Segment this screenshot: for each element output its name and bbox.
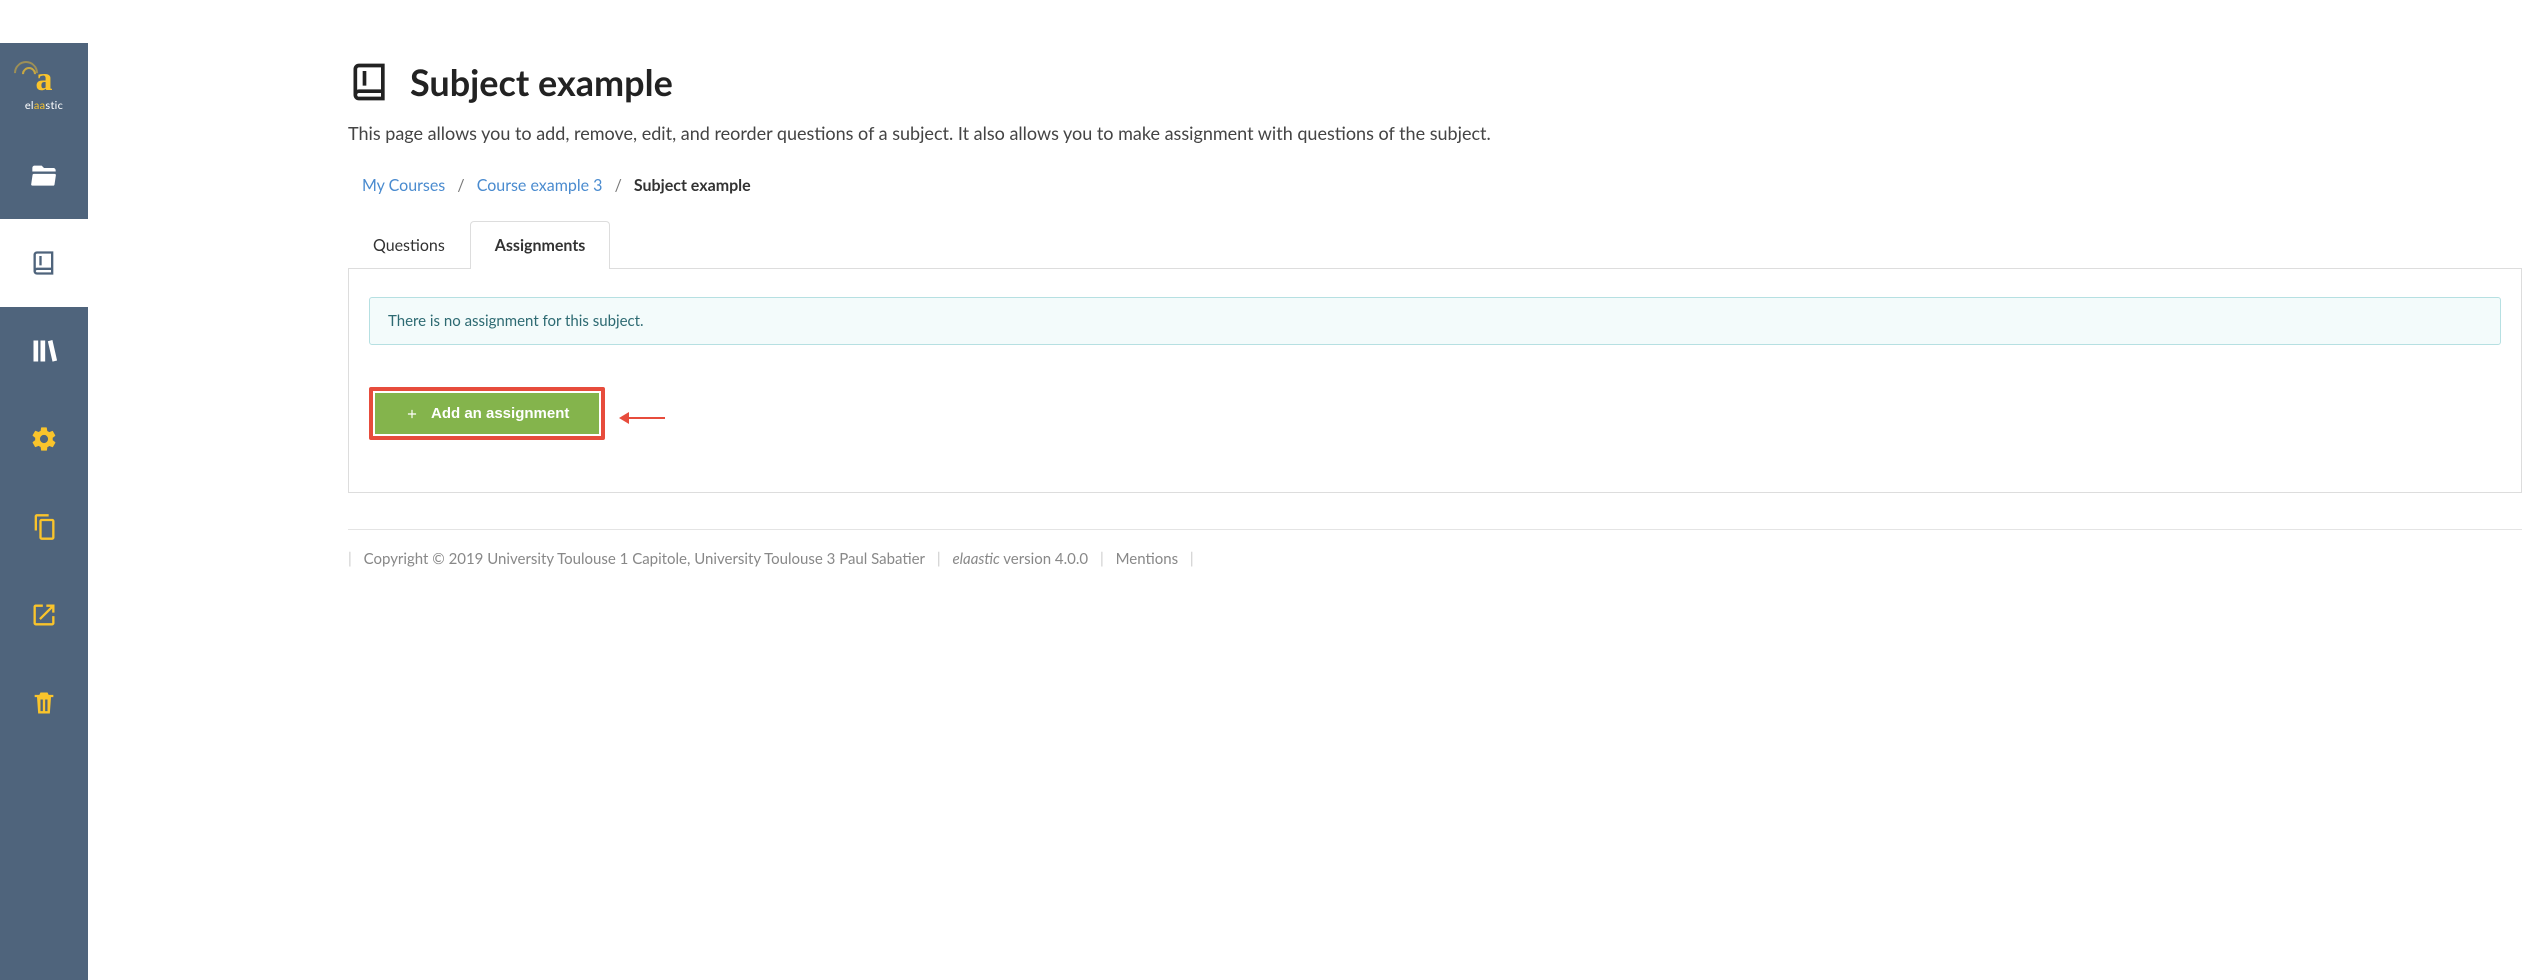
- breadcrumb-link-my-courses[interactable]: My Courses: [362, 176, 445, 195]
- plus-icon: [405, 407, 419, 421]
- nav-copy[interactable]: [0, 483, 88, 571]
- sidebar: a elaastic: [0, 43, 88, 980]
- nav-subject[interactable]: [0, 219, 88, 307]
- tab-panel-assignments: There is no assignment for this subject.…: [348, 268, 2522, 493]
- nav-settings[interactable]: [0, 395, 88, 483]
- gear-icon: [30, 425, 58, 453]
- trash-icon: [30, 689, 58, 717]
- book-icon: [30, 249, 58, 277]
- tabs: Questions Assignments There is no assign…: [348, 221, 2522, 493]
- nav-share[interactable]: [0, 571, 88, 659]
- annotation-highlight: Add an assignment: [369, 387, 605, 440]
- empty-assignments-message: There is no assignment for this subject.: [369, 297, 2501, 345]
- copy-icon: [30, 513, 58, 541]
- external-link-icon: [30, 601, 58, 629]
- add-assignment-button[interactable]: Add an assignment: [375, 393, 599, 434]
- breadcrumb: My Courses / Course example 3 / Subject …: [362, 176, 2522, 195]
- folder-open-icon: [30, 161, 58, 189]
- page-header: Subject example: [348, 60, 2522, 104]
- nav-delete[interactable]: [0, 659, 88, 747]
- brand-logo[interactable]: a elaastic: [0, 43, 88, 131]
- page-title: Subject example: [410, 60, 673, 104]
- tab-assignments[interactable]: Assignments: [470, 221, 611, 269]
- annotation-arrow: [619, 407, 665, 426]
- main-content: Subject example This page allows you to …: [88, 0, 2522, 980]
- tab-questions[interactable]: Questions: [348, 221, 470, 269]
- breadcrumb-sep: /: [457, 176, 464, 195]
- brand-glyph: a: [36, 63, 53, 97]
- add-assignment-label: Add an assignment: [431, 405, 569, 422]
- footer-version: elaastic version 4.0.0: [952, 550, 1091, 568]
- footer-mentions-link[interactable]: Mentions: [1116, 550, 1179, 568]
- subject-icon: [348, 60, 392, 104]
- footer: | Copyright © 2019 University Toulouse 1…: [348, 529, 2522, 588]
- breadcrumb-current: Subject example: [634, 176, 751, 195]
- brand-name: elaastic: [25, 99, 63, 112]
- page-subtitle: This page allows you to add, remove, edi…: [348, 122, 2522, 144]
- nav-assignments[interactable]: [0, 307, 88, 395]
- add-assignment-wrap: Add an assignment: [369, 387, 2501, 440]
- breadcrumb-sep: /: [615, 176, 622, 195]
- books-icon: [30, 337, 58, 365]
- tabs-bar: Questions Assignments: [348, 221, 2522, 269]
- footer-copyright: Copyright © 2019 University Toulouse 1 C…: [364, 550, 925, 568]
- nav-courses[interactable]: [0, 131, 88, 219]
- breadcrumb-link-course[interactable]: Course example 3: [477, 176, 603, 195]
